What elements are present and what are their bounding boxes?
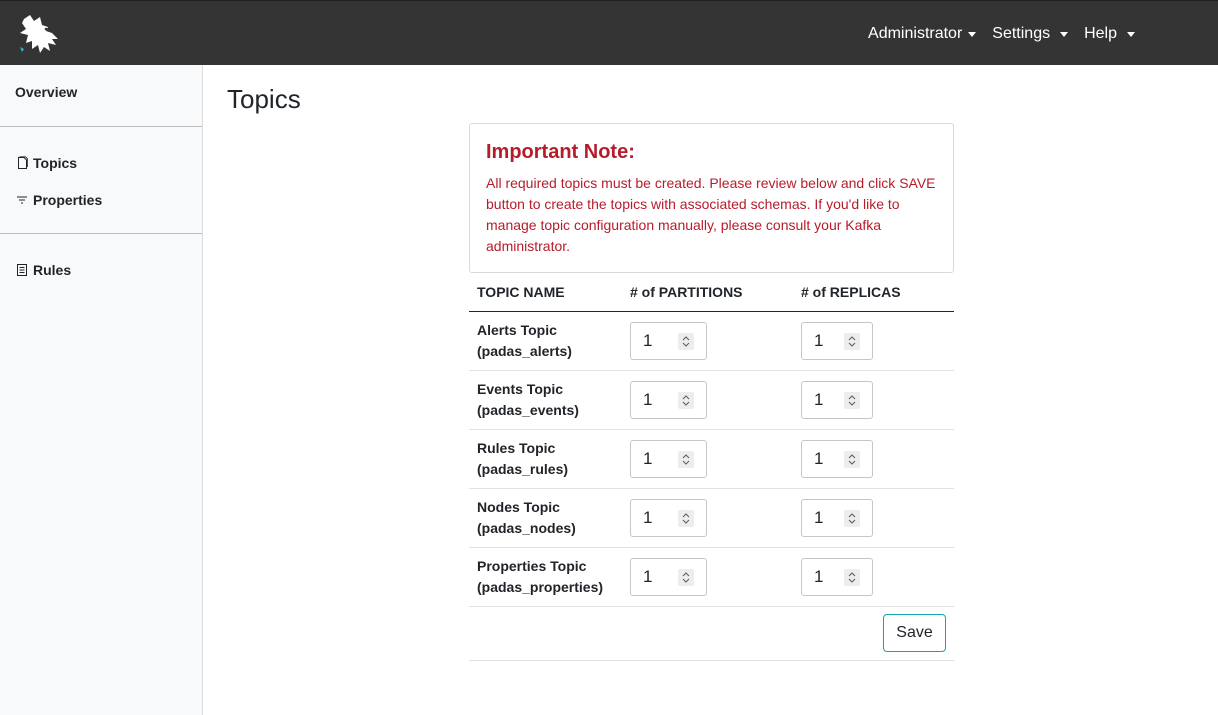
administrator-menu-label: Administrator bbox=[868, 24, 963, 42]
save-row: Save bbox=[469, 606, 954, 661]
replicas-cell: 1 bbox=[793, 311, 954, 371]
table-row: Properties Topic (padas_properties) 1 1 bbox=[469, 547, 954, 607]
partitions-input[interactable]: 1 bbox=[630, 321, 707, 360]
spinner-arrows-icon[interactable] bbox=[678, 391, 694, 409]
replicas-input[interactable]: 1 bbox=[801, 380, 873, 419]
important-note-box: Important Note: All required topics must… bbox=[469, 123, 954, 273]
partitions-cell: 1 bbox=[622, 370, 793, 430]
partitions-value: 1 bbox=[643, 566, 653, 586]
replicas-cell: 1 bbox=[793, 370, 954, 430]
page-title: Topics bbox=[227, 84, 301, 114]
table-header-row: TOPIC NAME # of PARTITIONS # of REPLICAS bbox=[469, 273, 954, 312]
help-menu[interactable]: Help bbox=[1084, 25, 1135, 43]
topic-name-cell: Alerts Topic (padas_alerts) bbox=[469, 311, 622, 371]
partitions-cell: 1 bbox=[622, 488, 793, 548]
replicas-value: 1 bbox=[814, 389, 824, 409]
spinner-arrows-icon[interactable] bbox=[678, 568, 694, 586]
sidebar-item-label: Rules bbox=[33, 262, 72, 278]
replicas-cell: 1 bbox=[793, 488, 954, 548]
sidebar: Overview Topics Properties Rules bbox=[0, 65, 203, 715]
header-topic-name: TOPIC NAME bbox=[469, 273, 622, 312]
sidebar-item-label: Overview bbox=[15, 84, 78, 100]
topics-table: TOPIC NAME # of PARTITIONS # of REPLICAS… bbox=[469, 273, 954, 607]
administrator-menu[interactable]: Administrator bbox=[868, 24, 977, 43]
partitions-input[interactable]: 1 bbox=[630, 498, 707, 537]
topic-name: Events Topic bbox=[477, 380, 564, 397]
list-icon bbox=[16, 263, 28, 277]
replicas-cell: 1 bbox=[793, 547, 954, 607]
topic-name-cell: Events Topic (padas_events) bbox=[469, 370, 622, 430]
top-navbar: Administrator Settings Help bbox=[0, 0, 1218, 65]
sidebar-item-label: Properties bbox=[33, 192, 103, 208]
partitions-value: 1 bbox=[643, 448, 653, 468]
topic-id: (padas_events) bbox=[477, 401, 579, 418]
sidebar-item-topics[interactable]: Topics bbox=[0, 153, 202, 173]
save-button[interactable]: Save bbox=[883, 614, 946, 652]
replicas-input[interactable]: 1 bbox=[801, 321, 873, 360]
spinner-arrows-icon[interactable] bbox=[844, 450, 860, 468]
topic-name-cell: Nodes Topic (padas_nodes) bbox=[469, 488, 622, 548]
topic-name: Nodes Topic bbox=[477, 498, 560, 515]
partitions-input[interactable]: 1 bbox=[630, 380, 707, 419]
spinner-arrows-icon[interactable] bbox=[678, 509, 694, 527]
document-icon bbox=[16, 156, 28, 170]
sidebar-group-rules: Rules bbox=[0, 234, 202, 280]
table-row: Nodes Topic (padas_nodes) 1 1 bbox=[469, 488, 954, 548]
header-replicas: # of REPLICAS bbox=[793, 273, 954, 312]
replicas-input[interactable]: 1 bbox=[801, 439, 873, 478]
replicas-input[interactable]: 1 bbox=[801, 557, 873, 596]
replicas-value: 1 bbox=[814, 566, 824, 586]
partitions-cell: 1 bbox=[622, 429, 793, 489]
table-row: Alerts Topic (padas_alerts) 1 1 bbox=[469, 311, 954, 371]
sidebar-group-config: Topics Properties bbox=[0, 127, 202, 234]
settings-menu-label: Settings bbox=[992, 24, 1051, 42]
topic-id: (padas_nodes) bbox=[477, 519, 576, 536]
partitions-value: 1 bbox=[643, 330, 653, 350]
note-body: All required topics must be created. Ple… bbox=[486, 175, 936, 254]
topic-name: Properties Topic bbox=[477, 557, 587, 574]
topic-name: Rules Topic bbox=[477, 439, 556, 456]
topic-name-cell: Properties Topic (padas_properties) bbox=[469, 547, 622, 607]
spinner-arrows-icon[interactable] bbox=[844, 391, 860, 409]
header-partitions: # of PARTITIONS bbox=[622, 273, 793, 312]
sidebar-item-properties[interactable]: Properties bbox=[0, 190, 202, 210]
dragon-logo-icon[interactable] bbox=[16, 13, 62, 55]
caret-down-icon bbox=[968, 32, 977, 37]
filter-icon bbox=[16, 193, 28, 207]
spinner-arrows-icon[interactable] bbox=[844, 332, 860, 350]
replicas-cell: 1 bbox=[793, 429, 954, 489]
caret-down-icon bbox=[1060, 32, 1069, 37]
spinner-arrows-icon[interactable] bbox=[678, 332, 694, 350]
table-row: Events Topic (padas_events) 1 1 bbox=[469, 370, 954, 430]
partitions-cell: 1 bbox=[622, 547, 793, 607]
partitions-value: 1 bbox=[643, 389, 653, 409]
sidebar-item-overview[interactable]: Overview bbox=[0, 65, 202, 127]
sidebar-item-rules[interactable]: Rules bbox=[0, 260, 202, 280]
topic-id: (padas_rules) bbox=[477, 460, 569, 477]
topic-name: Alerts Topic bbox=[477, 321, 557, 338]
topic-id: (padas_alerts) bbox=[477, 342, 572, 359]
partitions-input[interactable]: 1 bbox=[630, 557, 707, 596]
topic-id: (padas_properties) bbox=[477, 578, 604, 595]
topic-name-cell: Rules Topic (padas_rules) bbox=[469, 429, 622, 489]
nav-menu: Administrator Settings Help bbox=[868, 1, 1218, 66]
sidebar-item-label: Topics bbox=[33, 155, 78, 171]
help-menu-label: Help bbox=[1084, 24, 1117, 42]
partitions-input[interactable]: 1 bbox=[630, 439, 707, 478]
caret-down-icon bbox=[1127, 32, 1135, 37]
spinner-arrows-icon[interactable] bbox=[844, 509, 860, 527]
table-row: Rules Topic (padas_rules) 1 1 bbox=[469, 429, 954, 489]
note-title: Important Note: bbox=[486, 141, 635, 163]
replicas-input[interactable]: 1 bbox=[801, 498, 873, 537]
settings-menu[interactable]: Settings bbox=[992, 24, 1069, 43]
partitions-value: 1 bbox=[643, 507, 653, 527]
spinner-arrows-icon[interactable] bbox=[844, 568, 860, 586]
replicas-value: 1 bbox=[814, 448, 824, 468]
replicas-value: 1 bbox=[814, 330, 824, 350]
partitions-cell: 1 bbox=[622, 311, 793, 371]
spinner-arrows-icon[interactable] bbox=[678, 450, 694, 468]
replicas-value: 1 bbox=[814, 507, 824, 527]
